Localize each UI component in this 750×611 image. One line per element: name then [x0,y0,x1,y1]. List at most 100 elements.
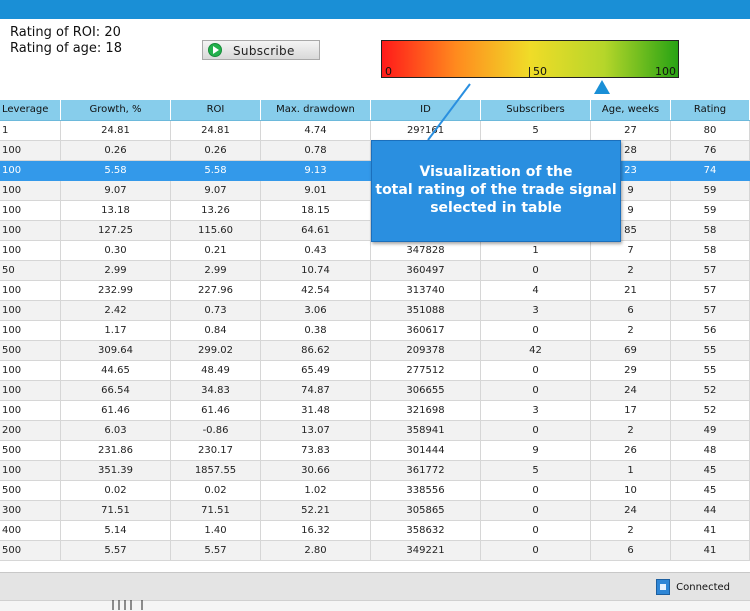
table-row[interactable]: 500 309.64 299.02 86.62 209378 42 69 55 [0,341,750,361]
cell-leverage: 100 [0,201,61,221]
cell-growth: 71.51 [61,501,171,521]
cell-rating: 49 [671,421,750,441]
col-id[interactable]: ID [371,100,481,120]
cell-max-drawdown: 9.13 [261,161,371,181]
rating-gauge: 0 50 100 [381,40,679,78]
cell-max-drawdown: 0.78 [261,141,371,161]
cell-age-weeks: 26 [591,441,671,461]
cell-max-drawdown: 31.48 [261,401,371,421]
col-growth[interactable]: Growth, % [61,100,171,120]
cell-id: 358632 [371,521,481,541]
cell-leverage: 400 [0,521,61,541]
cell-roi: 9.07 [171,181,261,201]
table-header: Leverage Growth, % ROI Max. drawdown ID … [0,100,750,121]
col-roi[interactable]: ROI [171,100,261,120]
top-title-bar [0,0,750,19]
cell-rating: 48 [671,441,750,461]
cell-leverage: 200 [0,421,61,441]
cell-growth: 5.14 [61,521,171,541]
cell-roi: 5.57 [171,541,261,561]
cell-max-drawdown: 30.66 [261,461,371,481]
cell-id: 306655 [371,381,481,401]
subscribe-button[interactable]: Subscribe [202,40,320,60]
callout-line-1: Visualization of the [419,164,573,180]
table-row[interactable]: 50 2.99 2.99 10.74 360497 0 2 57 [0,261,750,281]
cell-max-drawdown: 3.06 [261,301,371,321]
cell-rating: 55 [671,341,750,361]
col-rating[interactable]: Rating [671,100,750,120]
cell-subscribers: 0 [481,501,591,521]
rating-age-text: Rating of age: 18 [10,41,122,56]
table-row[interactable]: 500 5.57 5.57 2.80 349221 0 6 41 [0,541,750,561]
cell-age-weeks: 10 [591,481,671,501]
table-row[interactable]: 300 71.51 71.51 52.21 305865 0 24 44 [0,501,750,521]
table-row[interactable]: 100 232.99 227.96 42.54 313740 4 21 57 [0,281,750,301]
cell-age-weeks: 21 [591,281,671,301]
cell-rating: 80 [671,121,750,141]
col-subscribers[interactable]: Subscribers [481,100,591,120]
table-row[interactable]: 500 231.86 230.17 73.83 301444 9 26 48 [0,441,750,461]
cell-max-drawdown: 13.07 [261,421,371,441]
cell-leverage: 100 [0,281,61,301]
cell-growth: 1.17 [61,321,171,341]
cell-subscribers: 0 [481,381,591,401]
cell-roi: 227.96 [171,281,261,301]
cell-subscribers: 0 [481,321,591,341]
cell-leverage: 1 [0,121,61,141]
cell-roi: 115.60 [171,221,261,241]
cell-max-drawdown: 52.21 [261,501,371,521]
cell-leverage: 100 [0,221,61,241]
cell-rating: 44 [671,501,750,521]
cell-growth: 9.07 [61,181,171,201]
cell-max-drawdown: 2.80 [261,541,371,561]
cell-age-weeks: 29 [591,361,671,381]
table-row[interactable]: 100 44.65 48.49 65.49 277512 0 29 55 [0,361,750,381]
col-age-weeks[interactable]: Age, weeks [591,100,671,120]
gauge-label-max: 100 [655,65,676,78]
table-row[interactable]: 100 1.17 0.84 0.38 360617 0 2 56 [0,321,750,341]
cell-growth: 5.57 [61,541,171,561]
col-leverage[interactable]: Leverage [0,100,61,120]
cell-rating: 57 [671,281,750,301]
cell-leverage: 100 [0,301,61,321]
cell-growth: 0.26 [61,141,171,161]
cell-roi: -0.86 [171,421,261,441]
table-row[interactable]: 100 66.54 34.83 74.87 306655 0 24 52 [0,381,750,401]
cell-growth: 351.39 [61,461,171,481]
cell-id: 338556 [371,481,481,501]
cell-max-drawdown: 64.61 [261,221,371,241]
cell-age-weeks: 1 [591,461,671,481]
table-row[interactable]: 100 351.39 1857.55 30.66 361772 5 1 45 [0,461,750,481]
cell-rating: 58 [671,241,750,261]
table-row[interactable]: 100 61.46 61.46 31.48 321698 3 17 52 [0,401,750,421]
cell-growth: 309.64 [61,341,171,361]
table-row[interactable]: 100 2.42 0.73 3.06 351088 3 6 57 [0,301,750,321]
cell-id: 349221 [371,541,481,561]
cell-rating: 56 [671,321,750,341]
cell-max-drawdown: 73.83 [261,441,371,461]
cell-leverage: 100 [0,181,61,201]
status-bar: Connected [0,572,750,600]
table-row[interactable]: 200 6.03 -0.86 13.07 358941 0 2 49 [0,421,750,441]
table-row[interactable]: 100 0.30 0.21 0.43 347828 1 7 58 [0,241,750,261]
cell-rating: 55 [671,361,750,381]
cell-leverage: 100 [0,241,61,261]
table-row[interactable]: 1 24.81 24.81 4.74 29?161 5 27 80 [0,121,750,141]
cell-max-drawdown: 18.15 [261,201,371,221]
rating-roi-text: Rating of ROI: 20 [10,25,121,40]
cell-id: 305865 [371,501,481,521]
cell-max-drawdown: 0.43 [261,241,371,261]
cell-leverage: 500 [0,341,61,361]
cell-roi: 0.26 [171,141,261,161]
cell-max-drawdown: 42.54 [261,281,371,301]
cell-max-drawdown: 9.01 [261,181,371,201]
connection-label: Connected [676,581,730,593]
table-row[interactable]: 500 0.02 0.02 1.02 338556 0 10 45 [0,481,750,501]
cell-max-drawdown: 16.32 [261,521,371,541]
gauge-marker-icon [593,80,610,94]
cell-roi: 48.49 [171,361,261,381]
table-row[interactable]: 400 5.14 1.40 16.32 358632 0 2 41 [0,521,750,541]
cell-age-weeks: 2 [591,521,671,541]
cell-subscribers: 4 [481,281,591,301]
col-max-drawdown[interactable]: Max. drawdown [261,100,371,120]
